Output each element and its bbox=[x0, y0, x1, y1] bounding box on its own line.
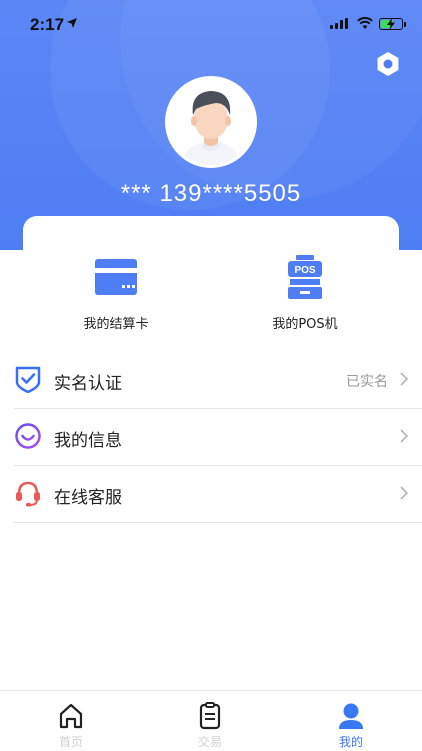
bank-card-icon bbox=[95, 259, 137, 295]
status-time: 2:17 bbox=[30, 15, 65, 34]
settings-gear-icon[interactable] bbox=[374, 50, 402, 78]
headset-icon bbox=[16, 481, 40, 507]
pos-machine-icon: POS bbox=[288, 255, 322, 299]
tab-label: 首页 bbox=[58, 735, 83, 749]
tab-label: 交易 bbox=[197, 735, 222, 749]
chevron-right-icon bbox=[400, 486, 408, 500]
pos-machine-label: 我的POS机 bbox=[272, 317, 338, 332]
location-arrow-icon bbox=[67, 18, 77, 28]
person-icon bbox=[339, 703, 363, 729]
auth-status-text: 已实名 bbox=[346, 374, 388, 390]
avatar[interactable] bbox=[165, 76, 257, 168]
menu-label: 实名认证 bbox=[54, 374, 122, 394]
menu-label: 我的信息 bbox=[54, 431, 122, 451]
menu-label: 在线客服 bbox=[54, 488, 122, 508]
menu-list: 实名认证 已实名 我的信息 在线客服 bbox=[14, 352, 422, 523]
charging-bolt-icon bbox=[387, 18, 395, 30]
menu-item-real-name-auth[interactable]: 实名认证 已实名 bbox=[14, 352, 422, 409]
clipboard-icon bbox=[199, 702, 221, 730]
home-icon bbox=[59, 703, 83, 729]
status-bar: 2:17 bbox=[0, 0, 422, 50]
bottom-tab-bar: 首页 交易 我的 bbox=[0, 690, 422, 751]
menu-item-online-service[interactable]: 在线客服 bbox=[14, 466, 422, 523]
tab-label: 我的 bbox=[338, 735, 363, 749]
user-avatar-illustration bbox=[168, 79, 254, 165]
settlement-card-label: 我的结算卡 bbox=[83, 317, 149, 332]
svg-text:POS: POS bbox=[294, 265, 315, 276]
shield-check-icon bbox=[15, 366, 41, 393]
cellular-signal-icon bbox=[330, 18, 348, 29]
user-name-phone: *** 139****5505 bbox=[120, 180, 302, 207]
chevron-right-icon bbox=[400, 429, 408, 443]
chevron-right-icon bbox=[400, 372, 408, 386]
menu-item-my-info[interactable]: 我的信息 bbox=[14, 409, 422, 466]
smile-circle-icon bbox=[15, 423, 41, 449]
wifi-icon bbox=[357, 16, 373, 29]
